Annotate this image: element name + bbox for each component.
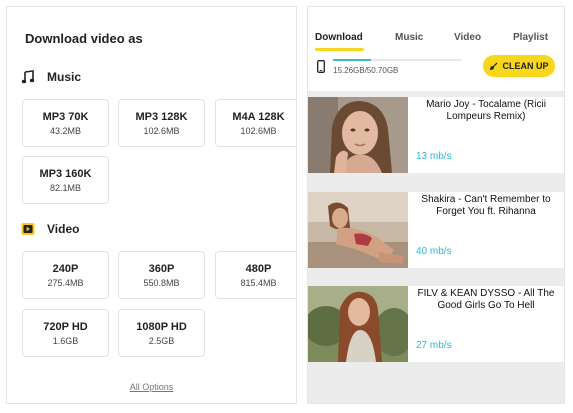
all-options-link[interactable]: All Options	[7, 382, 296, 392]
tab-video[interactable]: Video	[454, 32, 481, 43]
broom-icon	[490, 61, 498, 70]
option-size: 102.6MB	[143, 125, 180, 136]
video-section-label: Video	[47, 222, 80, 236]
video-title: Shakira - Can't Remember to Forget You f…	[421, 194, 551, 217]
option-size: 43.2MB	[49, 125, 82, 136]
video-section-header: Video	[21, 220, 79, 238]
option-size: 2.5GB	[148, 335, 175, 346]
storage-progress-bar	[333, 59, 461, 61]
music-option-mp3-70k[interactable]: MP3 70K 43.2MB	[22, 99, 109, 147]
video-option-480p[interactable]: 480P 815.4MB	[215, 251, 296, 299]
music-option-mp3-160k[interactable]: MP3 160K 82.1MB	[22, 156, 109, 204]
option-size: 82.1MB	[49, 182, 82, 193]
video-thumbnail	[308, 286, 408, 362]
option-size: 102.6MB	[240, 125, 277, 136]
music-option-m4a-128k[interactable]: M4A 128K 102.6MB	[215, 99, 296, 147]
option-quality: 480P	[245, 262, 272, 275]
option-quality: 720P HD	[43, 320, 88, 333]
tab-playlist[interactable]: Playlist	[513, 32, 548, 43]
option-quality: 1080P HD	[136, 320, 187, 333]
download-speed: 27 mb/s	[416, 340, 452, 351]
music-section-label: Music	[47, 70, 82, 84]
tab-music[interactable]: Music	[395, 32, 423, 43]
option-quality: M4A 128K	[232, 110, 285, 123]
storage-progress-fill	[333, 59, 372, 61]
downloads-header: Download Music Video Playlist 15.26GB/50…	[308, 7, 564, 91]
video-option-720p-hd[interactable]: 720P HD 1.6GB	[22, 309, 109, 357]
download-item[interactable]: FILV & KEAN DYSSO - All The Good Girls G…	[308, 286, 564, 362]
option-size: 550.8MB	[143, 277, 180, 288]
option-size: 815.4MB	[240, 277, 277, 288]
play-icon	[21, 223, 35, 235]
video-option-360p[interactable]: 360P 550.8MB	[118, 251, 205, 299]
storage-usage-text: 15.26GB/50.70GB	[333, 66, 399, 75]
video-option-240p[interactable]: 240P 275.4MB	[22, 251, 109, 299]
option-quality: 240P	[52, 262, 79, 275]
phone-storage-icon	[317, 60, 325, 73]
download-speed: 13 mb/s	[416, 151, 452, 162]
clean-up-label: CLEAN UP	[502, 61, 549, 71]
download-item[interactable]: Shakira - Can't Remember to Forget You f…	[308, 192, 564, 268]
tab-download[interactable]: Download	[315, 32, 363, 43]
option-quality: 360P	[148, 262, 175, 275]
option-size: 275.4MB	[47, 277, 84, 288]
music-section-header: Music	[21, 68, 81, 86]
video-thumbnail	[308, 192, 408, 268]
video-title: Mario Joy - Tocalame (Ricii Lompeurs Rem…	[426, 99, 546, 122]
download-item[interactable]: Mario Joy - Tocalame (Ricii Lompeurs Rem…	[308, 97, 564, 173]
clean-up-button[interactable]: CLEAN UP	[483, 55, 555, 77]
option-quality: MP3 70K	[42, 110, 89, 123]
download-speed: 40 mb/s	[416, 246, 452, 257]
option-quality: MP3 160K	[39, 167, 92, 180]
active-tab-indicator	[315, 48, 364, 51]
download-options-panel: Download video as Music MP3 70K 43.2MB M…	[6, 6, 297, 404]
panel-title: Download video as	[25, 31, 143, 46]
music-option-mp3-128k[interactable]: MP3 128K 102.6MB	[118, 99, 205, 147]
downloads-screen: Download Music Video Playlist 15.26GB/50…	[307, 6, 565, 404]
video-thumbnail	[308, 97, 408, 173]
video-title: FILV & KEAN DYSSO - All The Good Girls G…	[417, 288, 555, 311]
option-quality: MP3 128K	[135, 110, 188, 123]
music-note-icon	[21, 70, 35, 84]
video-option-1080p-hd[interactable]: 1080P HD 2.5GB	[118, 309, 205, 357]
option-size: 1.6GB	[52, 335, 79, 346]
